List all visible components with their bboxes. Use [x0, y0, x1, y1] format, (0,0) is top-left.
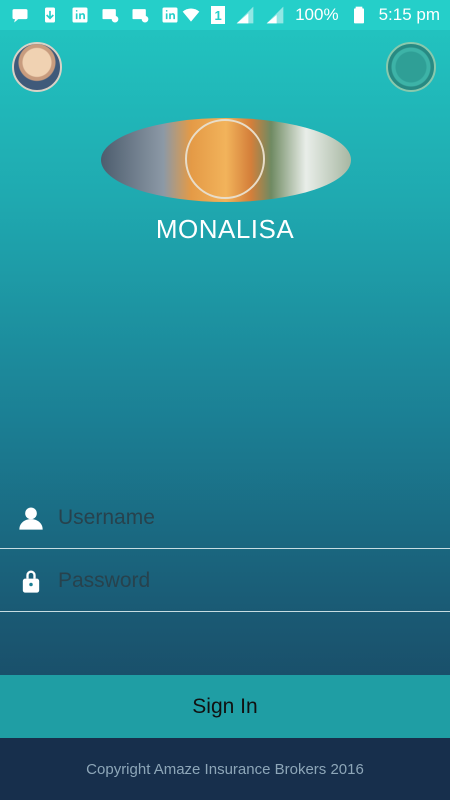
username-row	[0, 487, 450, 549]
government-seal-logo	[386, 42, 436, 92]
app-title: MONALISA	[155, 214, 295, 244]
username-input[interactable]	[56, 504, 430, 531]
status-bar: 1 100% 5:15 pm	[0, 0, 450, 30]
gallery-icon	[100, 5, 120, 25]
battery-icon	[349, 5, 369, 25]
chat-icon	[10, 5, 30, 25]
status-time: 5:15 pm	[378, 5, 440, 24]
user-icon	[17, 504, 45, 532]
status-right-icons: 1 100% 5:15 pm	[181, 5, 440, 25]
status-left-icons	[10, 5, 180, 25]
gallery-icon	[130, 5, 150, 25]
sign-in-button[interactable]: Sign In	[0, 675, 450, 738]
linkedin-icon	[70, 5, 90, 25]
lock-icon	[17, 567, 45, 595]
signal-icon	[235, 5, 255, 25]
password-input[interactable]	[56, 567, 430, 594]
password-row	[0, 550, 450, 612]
footer-copyright: Copyright Amaze Insurance Brokers 2016	[0, 738, 450, 800]
sim-1-icon: 1	[211, 6, 226, 24]
battery-percent: 100%	[295, 5, 339, 24]
wifi-icon	[181, 5, 201, 25]
profile-avatar	[12, 42, 62, 92]
linkedin-icon	[160, 5, 180, 25]
sim-slot-number: 1	[214, 7, 222, 23]
banner-center-ring	[185, 119, 265, 199]
download-icon	[40, 5, 60, 25]
signal-icon	[265, 5, 285, 25]
